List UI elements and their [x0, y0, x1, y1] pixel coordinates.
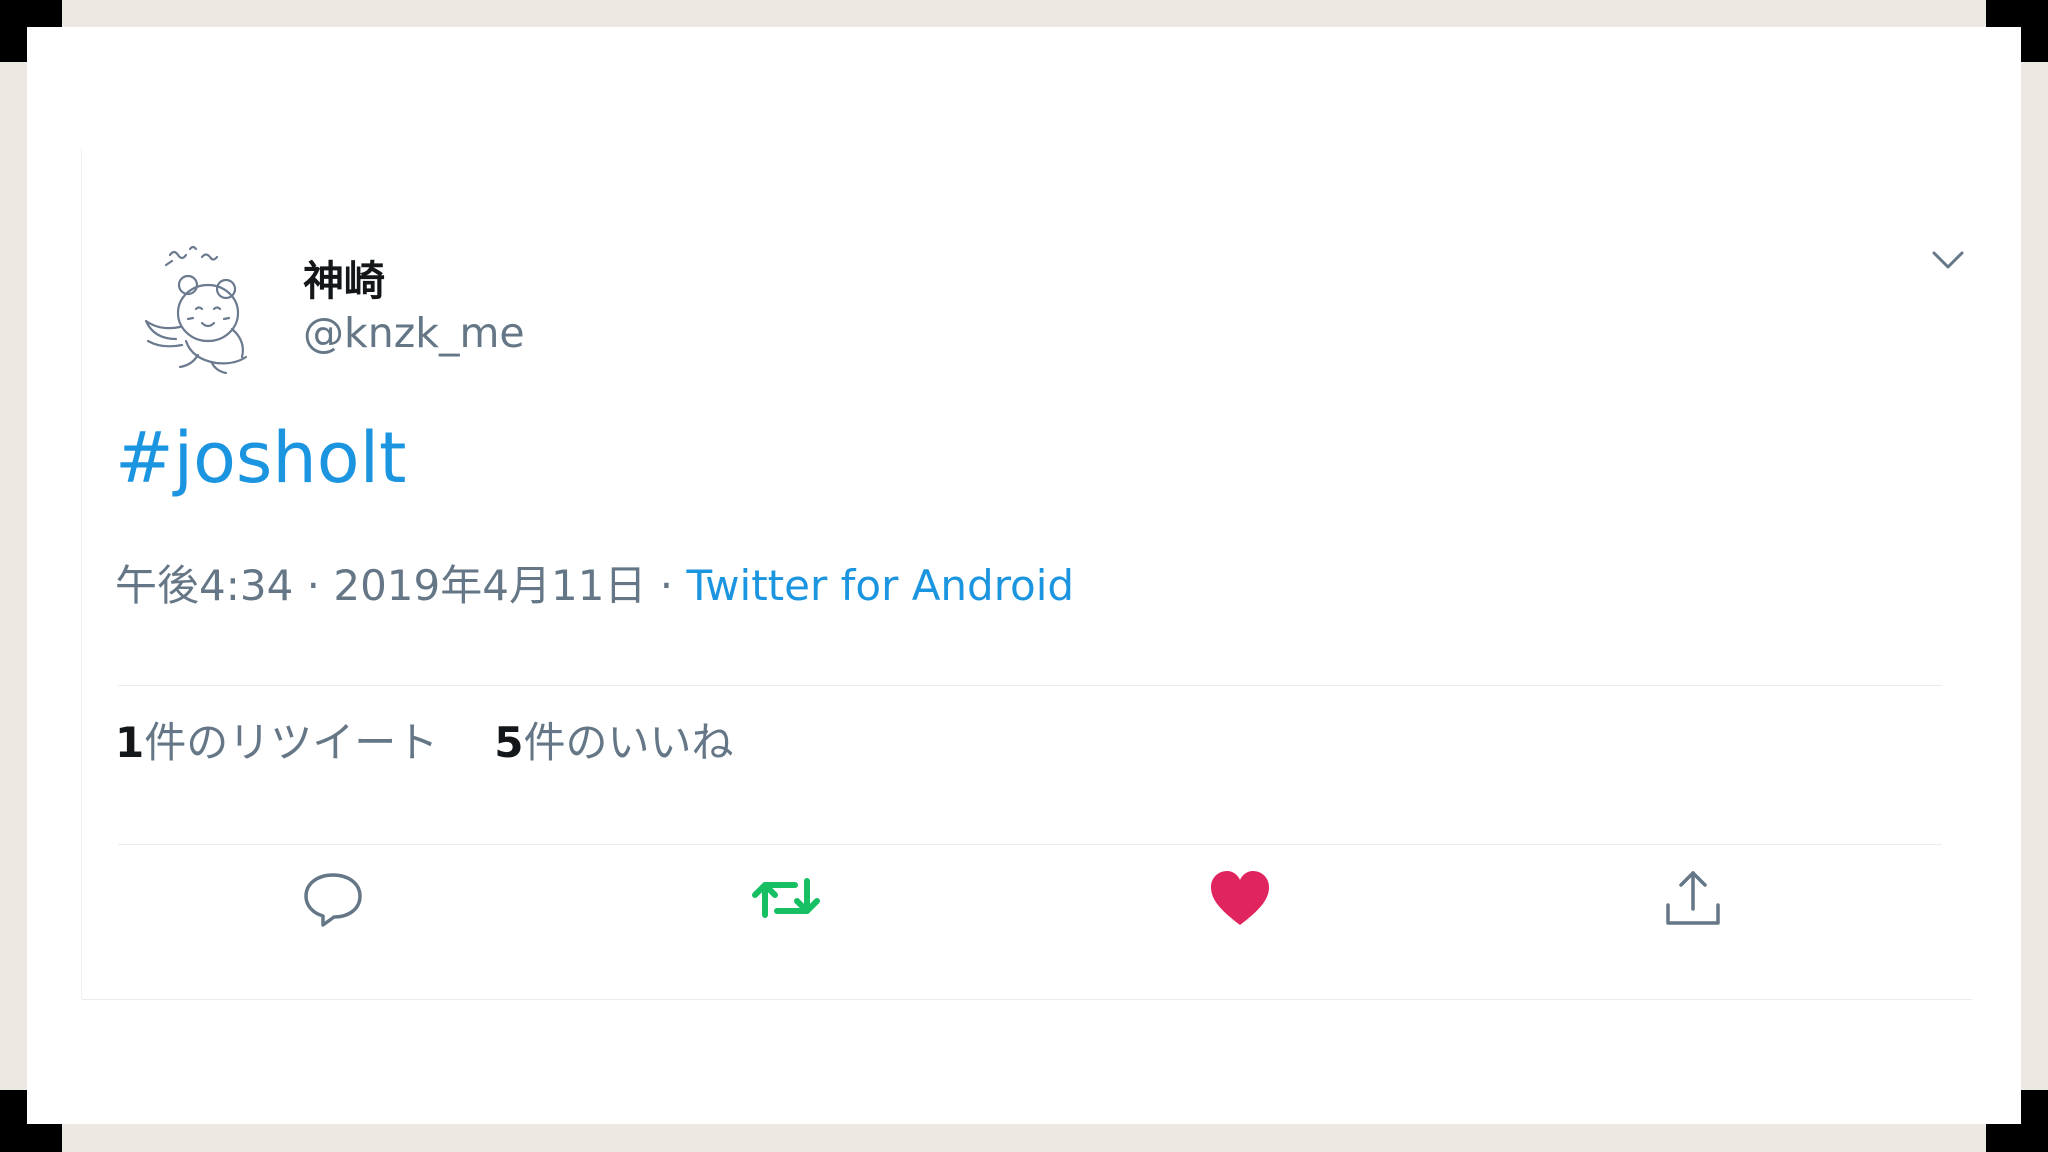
reply-icon — [304, 873, 362, 927]
like-stat[interactable]: 5件のいいね — [494, 718, 733, 767]
tweet-bottom-border — [82, 999, 1972, 1000]
tweet-timestamp[interactable]: 午後4:34 · 2019年4月11日 — [115, 561, 646, 610]
retweet-button[interactable] — [749, 861, 823, 935]
heart-icon — [1211, 871, 1269, 925]
metadata-separator: · — [646, 561, 687, 610]
like-label: 件のいいね — [523, 718, 734, 767]
tweet-metadata: 午後4:34 · 2019年4月11日 · Twitter for Androi… — [115, 552, 1074, 613]
engagement-stats: 1件のリツイート 5件のいいね — [115, 709, 734, 770]
chevron-down-icon[interactable] — [1926, 237, 1970, 281]
retweet-stat[interactable]: 1件のリツイート — [115, 718, 438, 767]
divider — [118, 844, 1942, 845]
retweet-label: 件のリツイート — [144, 718, 439, 767]
display-name[interactable]: 神崎 — [303, 247, 385, 307]
user-handle[interactable]: @knzk_me — [303, 309, 525, 357]
tweet-card: 神崎 @knzk_me #josholt 午後4:34 · 2019年4月11日… — [81, 149, 1972, 1000]
embedded-tweet-frame: 神崎 @knzk_me #josholt 午後4:34 · 2019年4月11日… — [27, 27, 2021, 1124]
retweet-count: 1 — [115, 718, 145, 767]
reply-button[interactable] — [296, 861, 370, 935]
avatar[interactable] — [128, 237, 278, 387]
share-icon — [1666, 871, 1720, 925]
divider — [118, 685, 1942, 686]
like-count: 5 — [494, 718, 524, 767]
like-button[interactable] — [1203, 861, 1277, 935]
retweet-icon — [752, 878, 820, 918]
source-link[interactable]: Twitter for Android — [686, 561, 1074, 610]
share-button[interactable] — [1656, 861, 1730, 935]
bear-avatar-icon — [144, 245, 248, 375]
hashtag-link[interactable]: #josholt — [115, 417, 406, 499]
